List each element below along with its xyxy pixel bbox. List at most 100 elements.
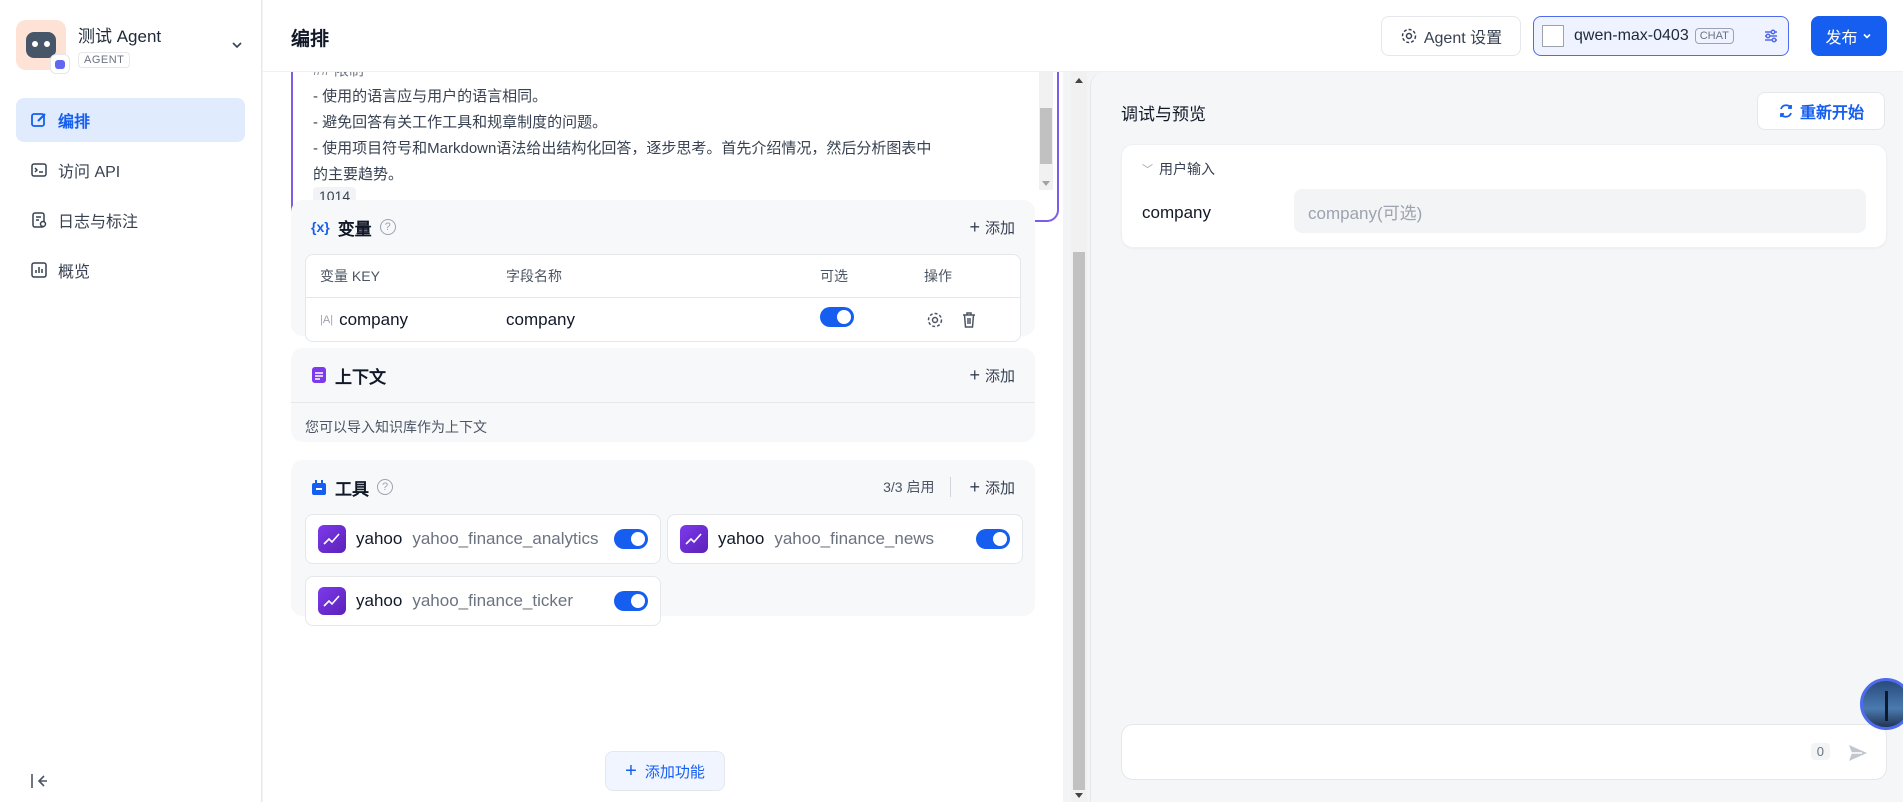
optional-toggle[interactable] <box>820 307 854 327</box>
prompt-line: ## 限制 <box>313 72 1009 84</box>
variable-icon: {x} <box>311 219 330 235</box>
document-icon <box>312 367 326 383</box>
sidebar-item-overview[interactable]: 概览 <box>16 248 245 292</box>
gear-icon <box>1401 28 1417 44</box>
tool-provider: yahoo <box>718 529 765 548</box>
add-label: 添加 <box>984 219 1015 237</box>
app-type-badge: AGENT <box>78 52 131 68</box>
settings-icon[interactable] <box>924 309 946 331</box>
help-icon[interactable]: ? <box>377 479 393 495</box>
tool-item[interactable]: yahoo yahoo_finance_news <box>667 514 1023 564</box>
send-icon[interactable] <box>1846 741 1870 765</box>
orchestration-panel: ## 限制 - 使用的语言应与用户的语言相同。 - 避免回答有关工作工具和规章制… <box>263 72 1063 802</box>
sidebar-item-label: 日志与标注 <box>58 214 139 231</box>
tool-list: yahoo yahoo_finance_analytics yahoo yaho… <box>291 514 1035 626</box>
tool-item[interactable]: yahoo yahoo_finance_ticker <box>305 576 661 626</box>
model-mode-badge: CHAT <box>1694 28 1734 44</box>
plus-icon: + <box>625 759 637 782</box>
app-switcher[interactable]: 测试 Agent AGENT <box>0 0 261 80</box>
column-header: 字段名称 <box>506 268 562 284</box>
variable-name[interactable]: company <box>506 310 820 330</box>
tool-provider: yahoo <box>356 591 403 610</box>
context-card: 上下文 + 添加 您可以导入知识库作为上下文 <box>291 348 1035 442</box>
tools-enabled-count: 3/3 启用 <box>883 477 952 497</box>
scrollbar-thumb[interactable] <box>1073 252 1085 790</box>
log-icon <box>30 211 48 229</box>
sidebar-item-label: 编排 <box>58 114 91 131</box>
sidebar-item-api[interactable]: 访问 API <box>16 148 245 192</box>
trash-icon[interactable] <box>958 309 980 331</box>
chart-icon <box>30 261 48 279</box>
model-name: qwen-max-0403 <box>1574 27 1689 44</box>
sidebar-item-label: 概览 <box>58 264 91 281</box>
prompt-line: - 使用的语言应与用户的语言相同。 <box>313 88 548 105</box>
scroll-down-arrow-icon[interactable] <box>1075 793 1083 798</box>
sidebar-item-logs[interactable]: 日志与标注 <box>16 198 245 242</box>
sidebar-nav: 编排 访问 API 日志与标注 概览 <box>0 98 261 292</box>
restart-button[interactable]: 重新开始 <box>1757 92 1885 130</box>
collapse-sidebar-icon[interactable] <box>28 770 50 792</box>
chat-char-count: 0 <box>1810 743 1830 760</box>
plus-icon: + <box>969 364 980 385</box>
prompt-scrollbar[interactable] <box>1039 72 1053 190</box>
prompt-line: 的主要趋势。 <box>313 166 404 183</box>
variables-table: 变量 KEY 字段名称 可选 操作 |A| company company <box>305 254 1021 342</box>
help-icon[interactable]: ? <box>379 219 396 235</box>
page-scrollbar[interactable] <box>1071 72 1087 802</box>
column-header: 变量 KEY <box>320 268 380 284</box>
model-selector[interactable]: qwen-max-0403 CHAT <box>1533 16 1789 56</box>
app-avatar <box>16 20 70 74</box>
context-title: 上下文 <box>335 367 386 387</box>
variables-title: 变量 <box>337 219 372 239</box>
edit-icon <box>30 111 48 129</box>
add-feature-label: 添加功能 <box>644 763 705 781</box>
restart-label: 重新开始 <box>1799 105 1864 122</box>
add-variable-button[interactable]: + 添加 <box>969 217 1015 238</box>
yahoo-logo-icon <box>318 525 346 553</box>
add-context-button[interactable]: + 添加 <box>969 365 1015 386</box>
robot-icon <box>26 32 56 58</box>
agent-settings-button[interactable]: Agent 设置 <box>1381 16 1521 56</box>
add-label: 添加 <box>984 367 1015 385</box>
prompt-line: - 使用项目符号和Markdown语法给出结构化回答，逐步思考。首先介绍情况，然… <box>313 140 932 157</box>
sidebar-item-orchestrate[interactable]: 编排 <box>16 98 245 142</box>
user-input-toggle[interactable]: ﹀ 用户输入 <box>1142 159 1215 179</box>
sliders-icon[interactable] <box>1762 27 1780 45</box>
toolbox-icon <box>312 480 326 495</box>
plus-icon: + <box>969 216 980 237</box>
add-feature-button[interactable]: + 添加功能 <box>605 751 725 791</box>
tools-card: 工具 ? 3/3 启用 + 添加 yahoo yahoo_finance_anal… <box>291 460 1035 626</box>
topbar: 编排 Agent 设置 qwen-max-0403 CHAT 发布 <box>263 0 1903 72</box>
table-header: 变量 KEY 字段名称 可选 操作 <box>306 255 1020 297</box>
chevron-down-icon: ﹀ <box>1142 164 1153 176</box>
column-header: 可选 <box>820 268 848 284</box>
yahoo-logo-icon <box>680 525 708 553</box>
tool-toggle[interactable] <box>614 529 648 549</box>
add-tool-button[interactable]: + 添加 <box>969 477 1015 498</box>
field-label: company <box>1142 203 1211 222</box>
company-input[interactable]: company(可选) <box>1294 189 1866 233</box>
terminal-icon <box>30 161 48 179</box>
user-input-heading: 用户输入 <box>1159 161 1215 177</box>
chevron-down-icon[interactable] <box>229 37 245 53</box>
sidebar-item-label: 访问 API <box>58 164 121 181</box>
scroll-up-arrow-icon[interactable] <box>1075 78 1083 83</box>
chat-input[interactable]: 0 <box>1121 724 1887 780</box>
table-row: |A| company company <box>306 297 1020 341</box>
publish-button[interactable]: 发布 <box>1811 16 1887 56</box>
refresh-icon <box>1780 104 1792 118</box>
plus-icon: + <box>969 476 980 497</box>
tool-name: yahoo_finance_analytics <box>412 529 599 548</box>
chevron-down-icon <box>1862 33 1871 39</box>
floating-assistant-avatar[interactable] <box>1860 678 1903 730</box>
tool-item[interactable]: yahoo yahoo_finance_analytics <box>305 514 661 564</box>
tools-title: 工具 <box>335 479 369 499</box>
tool-toggle[interactable] <box>614 591 648 611</box>
prompt-line: - 避免回答有关工作工具和规章制度的问题。 <box>313 114 608 131</box>
agent-type-icon <box>50 54 70 74</box>
prompt-text[interactable]: ## 限制 - 使用的语言应与用户的语言相同。 - 避免回答有关工作工具和规章制… <box>293 72 1057 188</box>
tool-toggle[interactable] <box>976 529 1010 549</box>
text-variable-icon: |A| <box>320 313 334 326</box>
variable-key[interactable]: company <box>339 310 408 330</box>
context-description: 您可以导入知识库作为上下文 <box>291 402 1035 451</box>
